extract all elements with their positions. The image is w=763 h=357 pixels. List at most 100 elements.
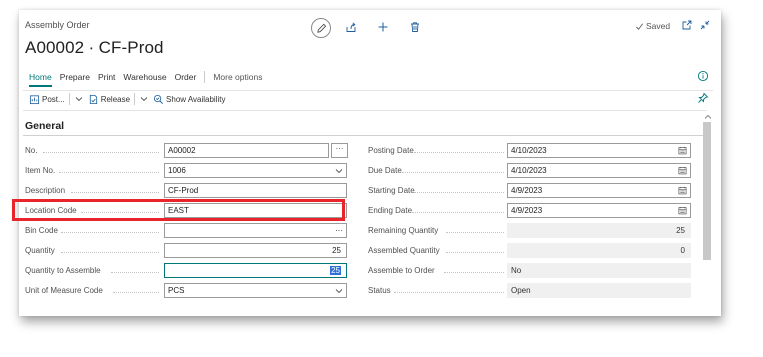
toolbar-separator bbox=[134, 93, 136, 105]
field-row-status: Status Open bbox=[368, 283, 692, 298]
menu-prepare[interactable]: Prepare bbox=[60, 70, 90, 84]
field-label: Posting Date bbox=[368, 146, 414, 155]
due-date-value: 4/10/2023 bbox=[511, 166, 547, 175]
item-no-value: 1006 bbox=[168, 166, 186, 175]
chevron-down-icon bbox=[75, 97, 83, 102]
dotted-leader bbox=[402, 172, 504, 173]
delete-button[interactable] bbox=[408, 20, 422, 34]
quantity-to-assemble-input[interactable]: 25 bbox=[164, 263, 347, 278]
toolbar-separator bbox=[68, 93, 70, 105]
release-more-button[interactable] bbox=[139, 95, 149, 103]
field-row-bin-code: Bin Code ··· bbox=[25, 223, 347, 238]
share-icon bbox=[346, 22, 356, 32]
field-label: Status bbox=[368, 286, 391, 295]
chevron-down-icon bbox=[335, 168, 343, 173]
menu-more-options[interactable]: More options bbox=[213, 70, 262, 84]
field-label: Assemble to Order bbox=[368, 266, 435, 275]
release-document-icon bbox=[89, 94, 97, 104]
saved-status: Saved bbox=[635, 21, 670, 31]
release-label: Release bbox=[100, 94, 131, 104]
saved-label: Saved bbox=[646, 21, 671, 31]
assembly-order-card: Assembly Order A00002 ∙ CF-Prod Saved Ho… bbox=[19, 10, 721, 316]
calendar-icon[interactable] bbox=[678, 206, 687, 215]
post-button[interactable]: Post... bbox=[29, 94, 65, 105]
release-button[interactable]: Release bbox=[88, 94, 130, 105]
field-label: Unit of Measure Code bbox=[25, 286, 103, 295]
info-icon[interactable] bbox=[697, 70, 709, 82]
dotted-leader bbox=[444, 272, 504, 273]
pin-icon[interactable] bbox=[697, 92, 709, 104]
field-label: Bin Code bbox=[25, 226, 58, 235]
assembled-quantity-value: 0 bbox=[507, 243, 691, 258]
dotted-leader bbox=[414, 152, 504, 153]
post-icon bbox=[29, 94, 40, 104]
breadcrumb: Assembly Order bbox=[25, 20, 90, 30]
item-no-dropdown[interactable]: 1006 bbox=[164, 163, 347, 178]
calendar-icon[interactable] bbox=[678, 166, 687, 175]
status-value: Open bbox=[507, 283, 691, 298]
field-row-location-code: Location Code EAST bbox=[25, 203, 347, 218]
posting-date-value: 4/10/2023 bbox=[511, 146, 547, 155]
page-title: A00002 ∙ CF-Prod bbox=[25, 38, 164, 57]
post-label: Post... bbox=[42, 94, 65, 104]
unit-of-measure-code-value: PCS bbox=[168, 286, 185, 295]
due-date-input[interactable]: 4/10/2023 bbox=[507, 163, 691, 178]
dotted-leader bbox=[81, 212, 159, 213]
bin-code-assist-button[interactable]: ··· bbox=[335, 224, 343, 237]
action-menu: Home Prepare Print Warehouse Order More … bbox=[29, 70, 270, 87]
field-label: Ending Date bbox=[368, 206, 413, 215]
quantity-input[interactable]: 25 bbox=[164, 243, 347, 258]
chevron-down-icon bbox=[140, 97, 148, 102]
new-button[interactable] bbox=[376, 20, 390, 34]
no-assist-button[interactable]: ··· bbox=[331, 143, 348, 158]
field-label: Assembled Quantity bbox=[368, 246, 440, 255]
field-label: Due Date bbox=[368, 166, 402, 175]
assemble-to-order-value: No bbox=[507, 263, 691, 278]
menu-warehouse[interactable]: Warehouse bbox=[123, 70, 166, 84]
menu-divider bbox=[204, 71, 206, 83]
dotted-leader bbox=[61, 252, 159, 253]
field-row-no: No. A00002 ··· bbox=[25, 143, 348, 158]
field-row-posting-date: Posting Date 4/10/2023 bbox=[368, 143, 692, 158]
field-label: Location Code bbox=[25, 206, 77, 215]
field-label: Remaining Quantity bbox=[368, 226, 439, 235]
show-availability-button[interactable]: Show Availability bbox=[153, 94, 226, 105]
ending-date-value: 4/9/2023 bbox=[511, 206, 543, 215]
field-row-assembled-quantity: Assembled Quantity 0 bbox=[368, 243, 692, 258]
menu-home[interactable]: Home bbox=[29, 70, 52, 87]
no-input[interactable]: A00002 bbox=[164, 143, 329, 158]
quantity-to-assemble-selected-value: 25 bbox=[330, 266, 341, 275]
scrollbar-thumb[interactable] bbox=[703, 122, 711, 260]
share-button[interactable] bbox=[344, 20, 358, 34]
calendar-icon[interactable] bbox=[678, 186, 687, 195]
plus-icon bbox=[378, 22, 388, 32]
open-in-new-window-icon[interactable] bbox=[681, 19, 693, 31]
calendar-icon[interactable] bbox=[678, 146, 687, 155]
post-more-button[interactable] bbox=[74, 95, 84, 103]
section-title-general[interactable]: General bbox=[25, 120, 64, 132]
description-input[interactable]: CF-Prod bbox=[164, 183, 347, 198]
unit-of-measure-code-dropdown[interactable]: PCS bbox=[164, 283, 347, 298]
starting-date-input[interactable]: 4/9/2023 bbox=[507, 183, 691, 198]
checkmark-icon bbox=[636, 23, 643, 30]
menu-order[interactable]: Order bbox=[175, 70, 197, 84]
scroll-up-icon[interactable] bbox=[704, 113, 712, 121]
dotted-leader bbox=[71, 192, 159, 193]
dotted-leader bbox=[113, 292, 159, 293]
starting-date-value: 4/9/2023 bbox=[511, 186, 543, 195]
field-label: Quantity to Assemble bbox=[25, 266, 101, 275]
show-availability-label: Show Availability bbox=[166, 94, 226, 104]
field-row-ending-date: Ending Date 4/9/2023 bbox=[368, 203, 692, 218]
posting-date-input[interactable]: 4/10/2023 bbox=[507, 143, 691, 158]
field-row-due-date: Due Date 4/10/2023 bbox=[368, 163, 692, 178]
ending-date-input[interactable]: 4/9/2023 bbox=[507, 203, 691, 218]
dotted-leader bbox=[61, 232, 159, 233]
edit-button[interactable] bbox=[311, 18, 331, 38]
menu-print[interactable]: Print bbox=[98, 70, 115, 84]
bin-code-lookup[interactable]: ··· bbox=[164, 223, 347, 238]
section-divider bbox=[23, 135, 703, 136]
collapse-icon[interactable] bbox=[699, 19, 711, 31]
location-code-input[interactable]: EAST bbox=[164, 203, 347, 218]
field-row-item-no: Item No. 1006 bbox=[25, 163, 347, 178]
field-row-description: Description CF-Prod bbox=[25, 183, 347, 198]
